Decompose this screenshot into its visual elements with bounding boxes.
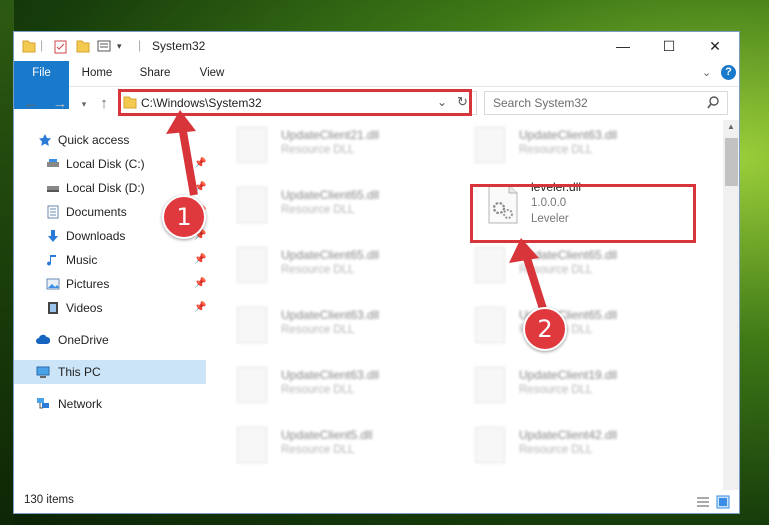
arrow-1-line xyxy=(178,125,198,196)
arrow-2-head xyxy=(509,238,539,263)
arrow-2-line xyxy=(522,253,548,314)
callout-badge-1: 1 xyxy=(162,195,206,239)
arrow-1-head xyxy=(166,110,196,134)
annotation-arrows xyxy=(166,110,548,314)
callout-badge-2: 2 xyxy=(523,307,567,351)
